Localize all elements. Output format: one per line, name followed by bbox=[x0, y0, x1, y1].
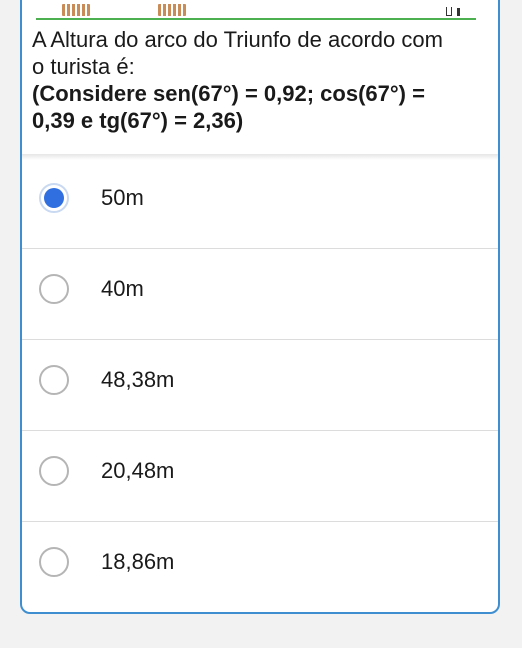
answer-option-a[interactable]: 50m bbox=[22, 158, 498, 249]
answer-option-label: 48,38m bbox=[101, 367, 175, 392]
question-card: A Altura do arco do Triunfo de acordo co… bbox=[20, 0, 500, 614]
answer-option-label: 20,48m bbox=[101, 458, 175, 483]
ground-line bbox=[36, 18, 476, 20]
answer-option-label: 18,86m bbox=[101, 549, 175, 574]
answer-option-label: 50m bbox=[101, 185, 144, 210]
arch-pillar-left bbox=[62, 4, 90, 16]
arch-figure bbox=[36, 2, 476, 20]
radio-unselected-icon[interactable] bbox=[39, 365, 69, 395]
question-hint-line-1: (Considere sen(67°) = 0,92; cos(67°) = bbox=[32, 81, 425, 106]
arch-pillar-right bbox=[158, 4, 186, 16]
answer-option-b[interactable]: 40m bbox=[22, 249, 498, 340]
question-text: A Altura do arco do Triunfo de acordo co… bbox=[32, 26, 490, 134]
answer-option-c[interactable]: 48,38m bbox=[22, 340, 498, 431]
radio-unselected-icon[interactable] bbox=[39, 456, 69, 486]
answer-options: 50m 40m 48,38m 20,48m 18,86m bbox=[22, 158, 498, 612]
radio-selected-icon[interactable] bbox=[39, 183, 69, 213]
question-hint-line-2: 0,39 e tg(67°) = 2,36) bbox=[32, 108, 244, 133]
question-line-2: o turista é: bbox=[32, 54, 135, 79]
answer-option-label: 40m bbox=[101, 276, 144, 301]
radio-unselected-icon[interactable] bbox=[39, 274, 69, 304]
answer-option-e[interactable]: 18,86m bbox=[22, 522, 498, 612]
question-line-1: A Altura do arco do Triunfo de acordo co… bbox=[32, 27, 443, 52]
answer-option-d[interactable]: 20,48m bbox=[22, 431, 498, 522]
tourist-icon bbox=[444, 4, 462, 16]
radio-unselected-icon[interactable] bbox=[39, 547, 69, 577]
